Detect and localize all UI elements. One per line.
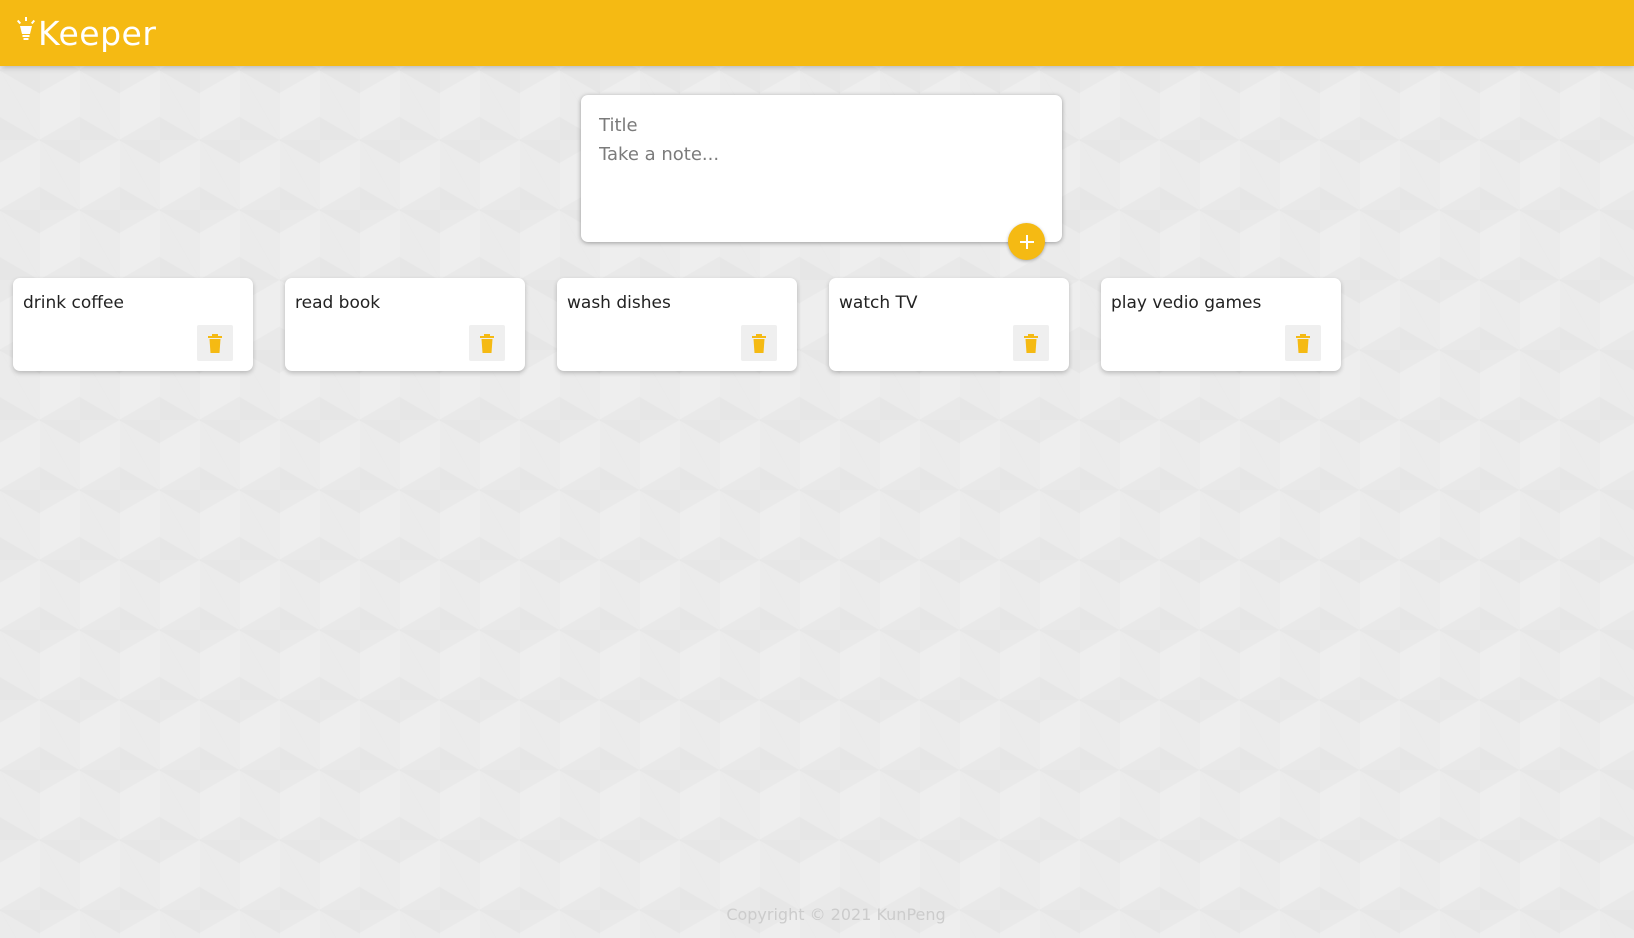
delete-note-button[interactable] — [469, 325, 505, 361]
copyright-text: Copyright © 2021 KunPeng — [726, 905, 946, 924]
trash-icon — [1296, 333, 1310, 353]
note-content-input[interactable] — [599, 143, 1044, 203]
note-card: watch TV — [829, 278, 1069, 371]
note-title: play vedio games — [1111, 293, 1262, 313]
note-title: drink coffee — [23, 293, 124, 313]
delete-note-button[interactable] — [741, 325, 777, 361]
trash-icon — [208, 333, 222, 353]
brand-name: Keeper — [38, 13, 157, 53]
note-card: play vedio games — [1101, 278, 1341, 371]
trash-icon — [1024, 333, 1038, 353]
app-header: Keeper — [0, 0, 1634, 66]
note-card: wash dishes — [557, 278, 797, 371]
note-card: read book — [285, 278, 525, 371]
brand[interactable]: Keeper — [16, 17, 156, 50]
plus-icon — [1019, 234, 1034, 249]
lightbulb-icon — [16, 17, 36, 40]
note-title: watch TV — [839, 293, 918, 313]
add-note-button[interactable] — [1008, 223, 1045, 260]
trash-icon — [480, 333, 494, 353]
trash-icon — [752, 333, 766, 353]
note-title-input[interactable] — [599, 111, 1044, 139]
note-title: wash dishes — [567, 293, 671, 313]
note-card: drink coffee — [13, 278, 253, 371]
note-title: read book — [295, 293, 381, 313]
create-note-form — [581, 95, 1062, 260]
delete-note-button[interactable] — [1285, 325, 1321, 361]
delete-note-button[interactable] — [1013, 325, 1049, 361]
notes-list: drink coffee read book wash dishes watch… — [13, 278, 1373, 371]
delete-note-button[interactable] — [197, 325, 233, 361]
app-footer: Copyright © 2021 KunPeng — [0, 905, 1634, 924]
